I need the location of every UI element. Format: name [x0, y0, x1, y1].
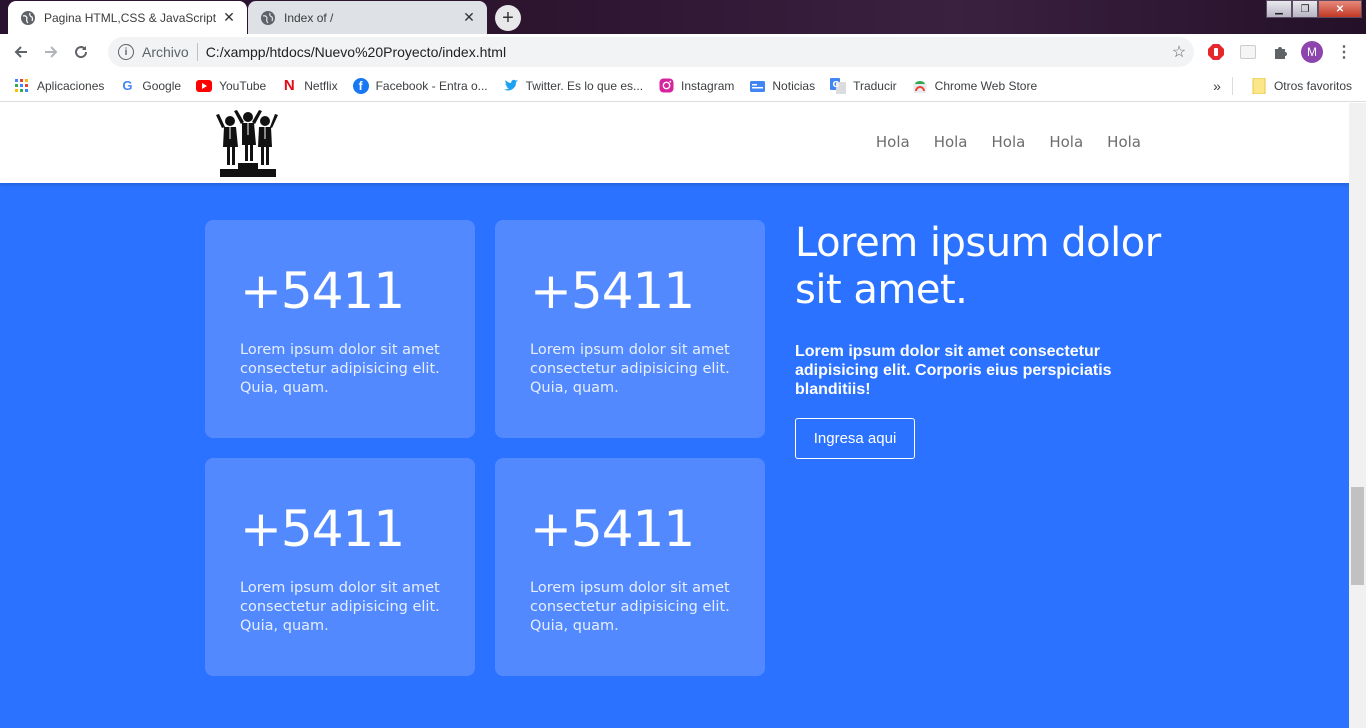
bookmark-label: Twitter. Es lo que es... [525, 78, 644, 93]
url-text[interactable]: C:/xampp/htdocs/Nuevo%20Proyecto/index.h… [206, 44, 1164, 60]
nav-link-hola-2[interactable]: Hola [934, 133, 968, 151]
stat-number: +5411 [240, 500, 405, 558]
bookmark-otros-favoritos[interactable]: Otros favoritos [1243, 72, 1366, 100]
bookmark-aplicaciones[interactable]: Aplicaciones [6, 72, 111, 100]
stat-description: Lorem ipsum dolor sit amet consectetur a… [530, 342, 730, 396]
avatar[interactable]: M [1301, 41, 1323, 63]
twitter-icon [503, 78, 519, 94]
google-icon: G [122, 78, 133, 93]
bookmark-label: Aplicaciones [37, 78, 105, 93]
main-nav: Hola Hola Hola Hola Hola [876, 133, 1141, 151]
arrow-right-icon [45, 46, 58, 58]
page-scrollbar[interactable] [1349, 103, 1366, 728]
arrow-left-icon [14, 46, 27, 58]
nav-link-hola-1[interactable]: Hola [876, 133, 910, 151]
close-icon[interactable]: ✕ [221, 9, 237, 26]
bookmark-label: Noticias [772, 78, 816, 93]
stat-card: +5411 Lorem ipsum dolor sit amet consect… [495, 220, 765, 438]
reload-icon [75, 46, 88, 59]
tab-index-of[interactable]: Index of / ✕ [248, 1, 487, 34]
youtube-icon [196, 78, 213, 94]
bookmark-twitter[interactable]: Twitter. Es lo que es... [495, 72, 650, 100]
intro-text: Lorem ipsum dolor sit amet consectetur a… [795, 343, 1112, 398]
bookmark-label: YouTube [219, 78, 267, 93]
restore-button[interactable]: ❐ [1292, 0, 1318, 18]
adblock-icon[interactable] [1206, 42, 1226, 62]
bookmark-label: Facebook - Entra o... [375, 78, 488, 93]
forward-button[interactable] [36, 37, 66, 67]
bookmark-noticias[interactable]: Noticias [741, 72, 822, 100]
chrome-web-store-icon [912, 78, 928, 94]
bookmark-google[interactable]: G Google [111, 72, 188, 100]
tab-title: Index of / [284, 10, 334, 25]
divider [196, 43, 198, 61]
menu-kebab-icon[interactable]: ⋮ [1334, 42, 1354, 62]
globe-icon [261, 10, 275, 25]
facebook-icon: f [352, 77, 369, 94]
extension-placeholder-icon[interactable] [1238, 42, 1258, 62]
address-bar[interactable]: i Archivo C:/xampp/htdocs/Nuevo%20Proyec… [108, 37, 1194, 67]
stat-card: +5411 Lorem ipsum dolor sit amet consect… [205, 458, 475, 676]
close-icon[interactable]: ✕ [461, 9, 477, 26]
new-tab-button[interactable]: + [495, 5, 521, 31]
stat-number: +5411 [240, 262, 405, 320]
bookmark-label: Chrome Web Store [934, 78, 1038, 93]
globe-icon [21, 10, 35, 25]
stat-number: +5411 [530, 262, 695, 320]
stat-description: Lorem ipsum dolor sit amet consectetur a… [530, 580, 730, 634]
stat-description: Lorem ipsum dolor sit amet consectetur a… [240, 580, 440, 634]
news-icon [749, 78, 765, 94]
stat-card: +5411 Lorem ipsum dolor sit amet consect… [495, 458, 765, 676]
intro-block: Lorem ipsum dolor sit amet. Lorem ipsum … [795, 220, 1175, 459]
bookmarks-overflow-button[interactable]: » [1202, 78, 1232, 94]
page-viewport: Hola Hola Hola Hola Hola +5411 Lorem ips… [0, 103, 1349, 728]
intro-heading: Lorem ipsum dolor sit amet. [795, 220, 1161, 313]
tab-bar: Pagina HTML,CSS & JavaScript ✕ Index of … [0, 0, 1366, 34]
bookmark-label: Google [142, 78, 182, 93]
stat-description: Lorem ipsum dolor sit amet consectetur a… [240, 342, 440, 396]
browser-toolbar: i Archivo C:/xampp/htdocs/Nuevo%20Proyec… [0, 34, 1366, 70]
ingresa-button[interactable]: Ingresa aqui [795, 418, 915, 459]
bookmark-facebook[interactable]: f Facebook - Entra o... [345, 72, 495, 100]
site-scheme-label: Archivo [142, 44, 189, 60]
bookmark-chrome-web-store[interactable]: Chrome Web Store [904, 72, 1045, 100]
site-header: Hola Hola Hola Hola Hola [0, 103, 1349, 183]
puzzle-icon[interactable] [1270, 42, 1290, 62]
window-controls: ▁ ❐ ✕ [1266, 0, 1362, 18]
team-celebration-logo[interactable] [214, 109, 282, 179]
bookmarks-right: » Otros favoritos [1202, 70, 1366, 102]
nav-link-hola-3[interactable]: Hola [992, 133, 1026, 151]
reload-button[interactable] [66, 37, 96, 67]
hero-section: +5411 Lorem ipsum dolor sit amet consect… [0, 183, 1349, 728]
tab-pagina-html[interactable]: Pagina HTML,CSS & JavaScript ✕ [8, 1, 247, 34]
translate-icon: G [830, 77, 847, 94]
bookmark-label: Otros favoritos [1273, 79, 1352, 93]
bookmark-youtube[interactable]: YouTube [188, 72, 273, 100]
stat-card: +5411 Lorem ipsum dolor sit amet consect… [205, 220, 475, 438]
scrollbar-thumb[interactable] [1351, 487, 1364, 585]
back-button[interactable] [6, 37, 36, 67]
bookmark-netflix[interactable]: N Netflix [273, 72, 344, 100]
svg-text:G: G [833, 80, 840, 89]
info-icon[interactable]: i [118, 44, 134, 60]
bookmark-instagram[interactable]: Instagram [650, 72, 741, 100]
apps-grid-icon [14, 78, 30, 94]
stat-number: +5411 [530, 500, 695, 558]
bookmark-traducir[interactable]: G Traducir [822, 72, 904, 100]
divider [1231, 77, 1233, 95]
star-icon[interactable]: ☆ [1164, 42, 1194, 62]
nav-link-hola-5[interactable]: Hola [1107, 133, 1141, 151]
netflix-icon: N [283, 77, 295, 94]
window-close-button[interactable]: ✕ [1318, 0, 1362, 18]
bookmark-label: Netflix [304, 78, 338, 93]
instagram-icon [658, 78, 674, 94]
bookmark-label: Traducir [853, 78, 897, 93]
nav-link-hola-4[interactable]: Hola [1049, 133, 1083, 151]
bookmarks-bar: Aplicaciones G Google YouTube N Netflix … [0, 70, 1366, 102]
tab-title: Pagina HTML,CSS & JavaScript [44, 10, 217, 25]
bookmark-label: Instagram [681, 78, 735, 93]
folder-icon [1251, 78, 1267, 94]
minimize-button[interactable]: ▁ [1266, 0, 1292, 18]
